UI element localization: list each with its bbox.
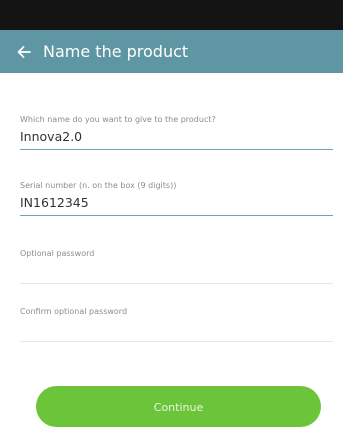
optional-password-field[interactable]: Optional password: [20, 249, 333, 284]
serial-number-label: Serial number (n. on the box (9 digits)): [20, 181, 177, 190]
serial-number-input[interactable]: IN1612345: [20, 195, 333, 211]
arrow-left-icon[interactable]: [16, 44, 32, 60]
app-bar: Name the product: [0, 30, 343, 73]
confirm-password-input[interactable]: [20, 321, 333, 337]
confirm-password-label: Confirm optional password: [20, 307, 128, 316]
product-name-label: Which name do you want to give to the pr…: [20, 115, 216, 124]
product-name-input[interactable]: Innova2.0: [20, 129, 333, 145]
optional-password-underline: [20, 283, 333, 284]
continue-button[interactable]: Continue: [36, 386, 321, 427]
optional-password-label: Optional password: [20, 249, 95, 258]
product-name-field[interactable]: Which name do you want to give to the pr…: [20, 115, 333, 150]
serial-number-field[interactable]: Serial number (n. on the box (9 digits))…: [20, 181, 333, 216]
status-bar: [0, 0, 343, 30]
optional-password-input[interactable]: [20, 263, 333, 279]
product-name-underline: [20, 149, 333, 150]
confirm-password-underline: [20, 341, 333, 342]
page-title: Name the product: [43, 42, 189, 61]
serial-number-underline: [20, 215, 333, 216]
confirm-password-field[interactable]: Confirm optional password: [20, 307, 333, 342]
